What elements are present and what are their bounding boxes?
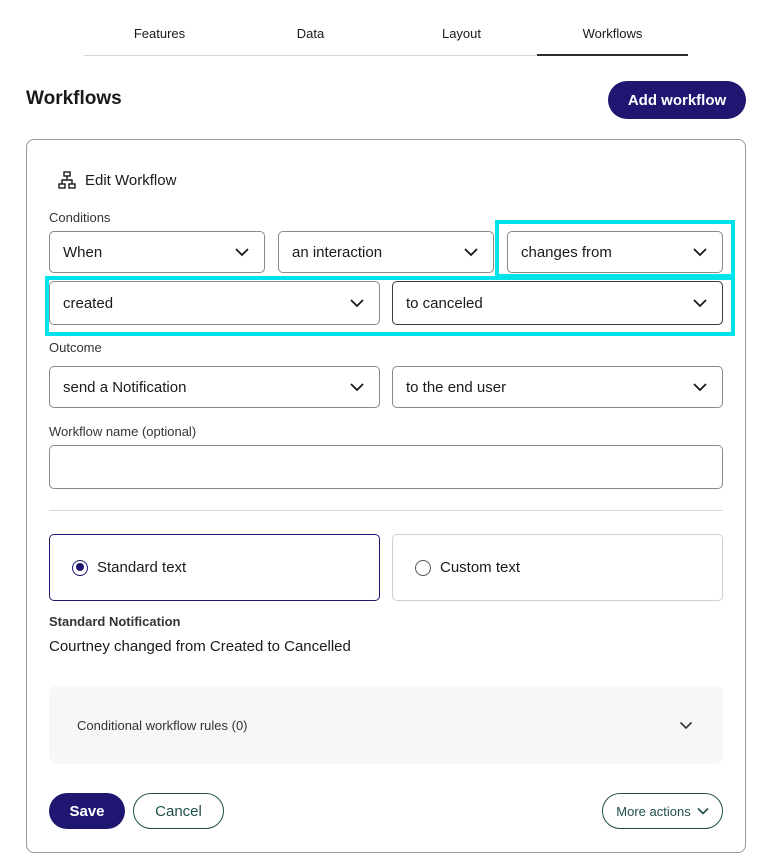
condition-event-value: changes from [521, 243, 612, 261]
radio-unselected-icon [415, 559, 431, 576]
save-button[interactable]: Save [49, 793, 125, 829]
condition-when-value: When [63, 243, 103, 261]
more-actions-button[interactable]: More actions [602, 793, 723, 829]
workflow-name-input[interactable] [49, 445, 723, 489]
outcome-target-select[interactable]: to the end user [392, 366, 723, 408]
standard-notification-label: Standard Notification [49, 614, 181, 629]
conditional-rules-label: Conditional workflow rules (0) [77, 717, 248, 733]
condition-to-status-value: to canceled [406, 294, 483, 312]
page-title: Workflows [26, 88, 122, 109]
tab-features[interactable]: Features [84, 0, 235, 55]
chevron-down-icon [464, 248, 478, 257]
section-divider [49, 510, 723, 511]
workflow-name-label: Workflow name (optional) [49, 424, 197, 439]
radio-selected-icon [72, 559, 88, 576]
standard-notification-text: Courtney changed from Created to Cancell… [49, 638, 351, 655]
edit-workflow-header: Edit Workflow [57, 170, 176, 190]
condition-event-select[interactable]: changes from [507, 231, 723, 273]
standard-text-option-label: Standard text [97, 559, 187, 576]
custom-text-option-label: Custom text [440, 559, 521, 576]
condition-subject-value: an interaction [292, 243, 383, 261]
chevron-down-icon [693, 299, 707, 308]
chevron-down-icon [679, 721, 693, 729]
conditions-label: Conditions [49, 210, 111, 225]
outcome-action-value: send a Notification [63, 378, 187, 396]
more-actions-label: More actions [616, 803, 691, 819]
outcome-action-select[interactable]: send a Notification [49, 366, 380, 408]
add-workflow-button[interactable]: Add workflow [608, 81, 746, 119]
top-tab-bar: Features Data Layout Workflows [84, 0, 688, 56]
custom-text-option[interactable]: Custom text [392, 534, 723, 601]
condition-subject-select[interactable]: an interaction [278, 231, 494, 273]
tab-layout[interactable]: Layout [386, 0, 537, 55]
condition-when-select[interactable]: When [49, 231, 265, 273]
outcome-label: Outcome [49, 340, 102, 355]
condition-from-status-value: created [63, 294, 114, 312]
workflow-hierarchy-icon [58, 171, 76, 189]
edit-workflow-title: Edit Workflow [85, 171, 177, 189]
chevron-down-icon [693, 383, 707, 392]
standard-text-option[interactable]: Standard text [49, 534, 380, 601]
tab-data[interactable]: Data [235, 0, 386, 55]
chevron-down-icon [235, 248, 249, 257]
chevron-down-icon [350, 299, 364, 308]
conditional-rules-accordion[interactable]: Conditional workflow rules (0) [49, 686, 723, 764]
chevron-down-icon [697, 807, 709, 815]
condition-to-status-select[interactable]: to canceled [392, 281, 723, 325]
tab-workflows[interactable]: Workflows [537, 0, 688, 56]
chevron-down-icon [693, 248, 707, 257]
condition-from-status-select[interactable]: created [49, 281, 380, 325]
outcome-target-value: to the end user [406, 378, 507, 396]
cancel-button[interactable]: Cancel [133, 793, 224, 829]
chevron-down-icon [350, 383, 364, 392]
